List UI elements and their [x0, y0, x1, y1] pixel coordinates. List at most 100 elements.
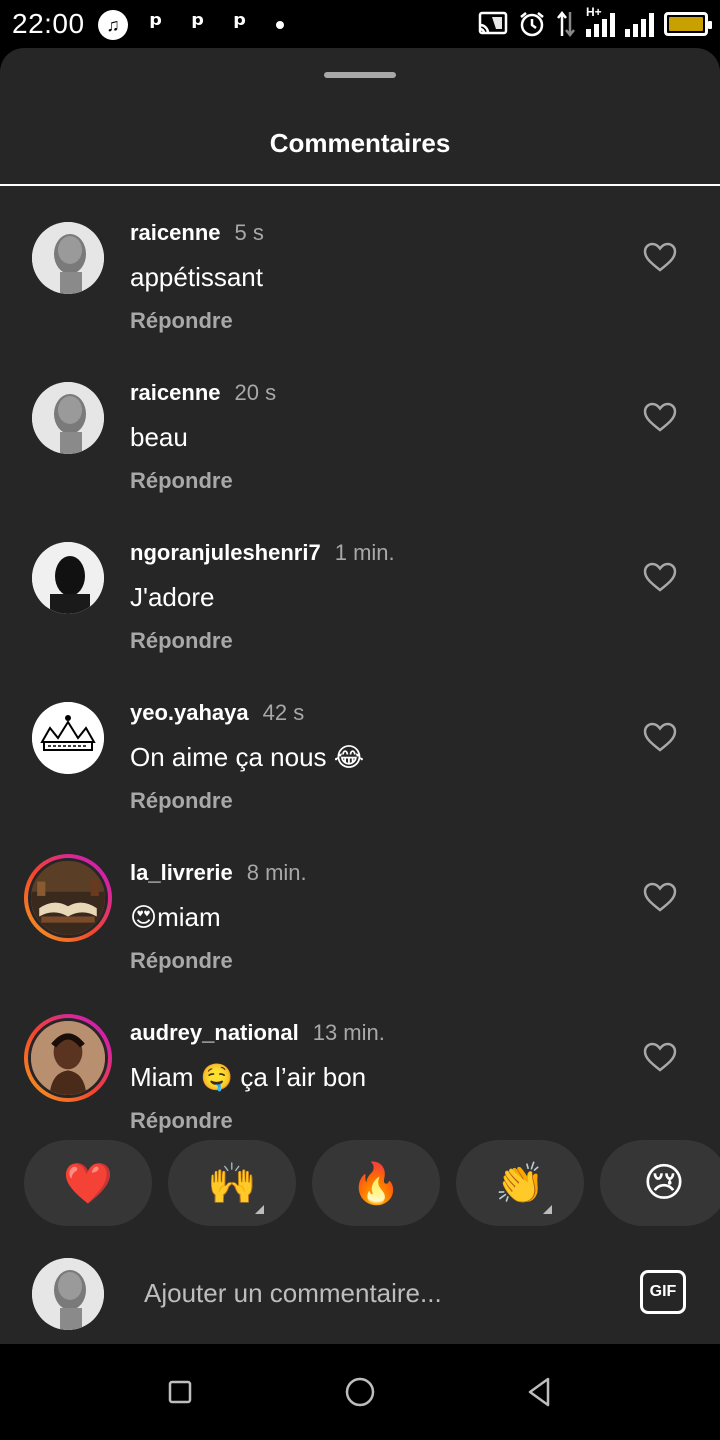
selfie-avatar-image — [32, 222, 104, 294]
reaction-emoji: ❤️ — [63, 1161, 113, 1206]
comment-item: raicenne 5 s appétissant Répondre — [0, 200, 720, 360]
status-left-icons: ♫ ᵖ ᵖ ᵖ — [98, 10, 284, 40]
comment-username[interactable]: audrey_national — [130, 1020, 299, 1046]
back-triangle-icon[interactable] — [522, 1374, 558, 1410]
signal-icon — [625, 11, 654, 37]
avatar[interactable] — [32, 702, 104, 774]
reaction-heart-button[interactable]: ❤️ — [24, 1140, 152, 1226]
woman-portrait-avatar-image — [31, 1021, 105, 1095]
my-avatar — [32, 1258, 104, 1330]
reaction-emoji: 😢 — [643, 1161, 685, 1205]
comment-time: 13 min. — [312, 1020, 385, 1045]
battery-fill — [669, 17, 703, 31]
home-circle-icon[interactable] — [342, 1374, 378, 1410]
p-icon: ᵖ — [191, 8, 205, 41]
comment-username[interactable]: la_livrerie — [130, 860, 233, 886]
comment-header: raicenne 20 s — [130, 380, 276, 406]
comment-text: beau — [130, 422, 188, 452]
reply-button[interactable]: Répondre — [130, 308, 233, 334]
comment-item: ngoranjuleshenri7 1 min. J'adore Répondr… — [0, 520, 720, 680]
comment-header: yeo.yahaya 42 s — [130, 700, 304, 726]
heart-icon[interactable] — [643, 1042, 677, 1072]
selfie-avatar-image — [32, 382, 104, 454]
status-time: 22:00 — [12, 8, 85, 39]
reaction-crying-face-button[interactable]: 😢 — [600, 1140, 720, 1226]
heart-icon[interactable] — [643, 402, 677, 432]
heart-icon[interactable] — [643, 882, 677, 912]
crown-avatar-image — [32, 702, 104, 774]
cast-icon — [478, 11, 508, 35]
avatar[interactable] — [32, 382, 104, 454]
comment-header: raicenne 5 s — [130, 220, 264, 246]
comment-username[interactable]: yeo.yahaya — [130, 700, 249, 726]
heart-icon[interactable] — [643, 722, 677, 752]
comment-username[interactable]: raicenne — [130, 220, 221, 246]
more-variants-indicator-icon — [543, 1205, 552, 1214]
books-avatar-image — [31, 861, 105, 935]
heart-icon[interactable] — [643, 562, 677, 592]
dot-icon — [276, 21, 284, 29]
comment-header: audrey_national 13 min. — [130, 1020, 385, 1046]
status-bar: 22:00 ♫ ᵖ ᵖ ᵖ H+ — [0, 0, 720, 50]
gif-label: GIF — [649, 1283, 677, 1300]
reply-button[interactable]: Répondre — [130, 628, 233, 654]
battery-icon — [664, 12, 712, 36]
reply-button[interactable]: Répondre — [130, 1108, 233, 1134]
comment-username[interactable]: ngoranjuleshenri7 — [130, 540, 321, 566]
avatar-story-ring[interactable] — [24, 854, 112, 942]
comment-input[interactable]: Ajouter un commentaire... — [144, 1278, 442, 1309]
reply-button[interactable]: Répondre — [130, 468, 233, 494]
comment-header: la_livrerie 8 min. — [130, 860, 307, 886]
reaction-raising-hands-button[interactable]: 🙌 — [168, 1140, 296, 1226]
comment-text: 😍miam — [130, 902, 221, 932]
more-variants-indicator-icon — [255, 1205, 264, 1214]
p-icon: ᵖ — [233, 8, 247, 41]
reaction-emoji: 🙌 — [207, 1161, 257, 1206]
reaction-emoji: 🔥 — [351, 1161, 401, 1206]
music-icon: ♫ — [98, 10, 128, 40]
recents-square-icon[interactable] — [162, 1374, 198, 1410]
comment-item: yeo.yahaya 42 s On aime ça nous 😂 Répond… — [0, 680, 720, 840]
avatar — [28, 858, 108, 938]
avatar — [28, 1018, 108, 1098]
reaction-fire-button[interactable]: 🔥 — [312, 1140, 440, 1226]
comment-item: raicenne 20 s beau Répondre — [0, 360, 720, 520]
comment-text: On aime ça nous 😂 — [130, 742, 365, 772]
comment-time: 8 min. — [246, 860, 307, 885]
comment-time: 42 s — [262, 700, 305, 725]
avatar[interactable] — [32, 222, 104, 294]
avatar-story-ring[interactable] — [24, 1014, 112, 1102]
reaction-clapping-hands-button[interactable]: 👏 — [456, 1140, 584, 1226]
gif-button[interactable]: GIF — [640, 1270, 686, 1314]
selfie-avatar-image — [32, 1258, 104, 1330]
status-right-icons: H+ — [478, 5, 712, 38]
comment-text: appétissant — [130, 262, 263, 292]
comment-header: ngoranjuleshenri7 1 min. — [130, 540, 395, 566]
reply-button[interactable]: Répondre — [130, 788, 233, 814]
comment-item: audrey_national 13 min. Miam 🤤 ça l’air … — [0, 1000, 720, 1160]
comment-text: J'adore — [130, 582, 215, 612]
avatar[interactable] — [32, 542, 104, 614]
comment-username[interactable]: raicenne — [130, 380, 221, 406]
comment-text: Miam 🤤 ça l’air bon — [130, 1062, 367, 1092]
reply-button[interactable]: Répondre — [130, 948, 233, 974]
reaction-emoji: 👏 — [495, 1161, 545, 1206]
signal-h-plus-icon: H+ — [586, 5, 615, 37]
comment-time: 5 s — [234, 220, 264, 245]
comment-composer: Ajouter un commentaire... GIF — [0, 1244, 720, 1344]
alarm-icon — [520, 12, 544, 37]
network-label: H+ — [586, 5, 602, 19]
header-divider — [0, 184, 720, 186]
quick-reactions-bar: ❤️ 🙌 🔥 👏 😢 — [0, 1140, 720, 1228]
sheet-title: Commentaires — [269, 128, 451, 158]
p-icon: ᵖ — [149, 8, 163, 41]
drag-handle[interactable] — [324, 72, 396, 78]
system-nav-bar — [0, 1344, 720, 1440]
data-arrows-icon — [557, 10, 575, 38]
dark-portrait-avatar-image — [32, 542, 104, 614]
comment-item: la_livrerie 8 min. 😍miam Répondre — [0, 840, 720, 1000]
heart-icon[interactable] — [643, 242, 677, 272]
comments-sheet: Commentaires raicenne 5 s appétissant Ré… — [0, 48, 720, 1344]
comment-time: 1 min. — [334, 540, 395, 565]
comment-time: 20 s — [234, 380, 277, 405]
